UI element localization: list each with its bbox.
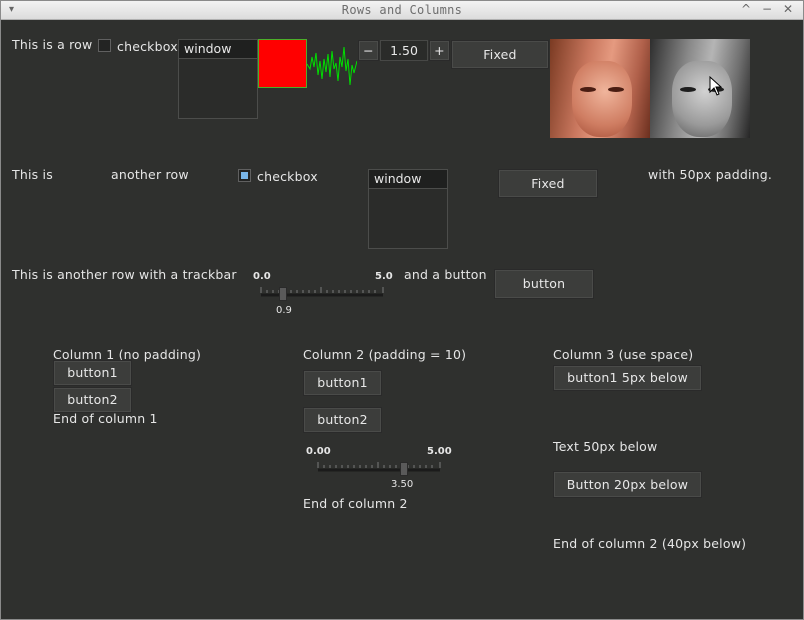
row3-button-label: and a button xyxy=(404,267,487,282)
col2-button2[interactable]: button2 xyxy=(303,407,382,433)
col2-button1[interactable]: button1 xyxy=(303,370,382,396)
col3-text-label: Text 50px below xyxy=(553,439,658,454)
face-shape-gray xyxy=(672,61,732,137)
row2-subwindow-title: window xyxy=(369,170,447,189)
col2-end-label: End of column 2 xyxy=(303,496,408,511)
mouse-cursor-icon xyxy=(709,76,723,96)
col2-title: Column 2 (padding = 10) xyxy=(303,347,467,362)
col3-button1[interactable]: button1 5px below xyxy=(553,365,702,391)
waveform-plot xyxy=(307,46,357,86)
row1-subwindow-title: window xyxy=(179,40,257,59)
decrement-button[interactable]: − xyxy=(358,40,379,61)
trackbar-handle[interactable] xyxy=(279,287,287,301)
row2-label-mid: another row xyxy=(111,167,189,182)
col2-trackbar[interactable]: 0.00 5.00 3.50 xyxy=(306,446,456,494)
eye-left xyxy=(580,87,596,92)
app-window: ▾ Rows and Columns ^ − ✕ This is a row c… xyxy=(0,0,804,620)
trackbar-track xyxy=(260,287,384,297)
row1-checkbox-label[interactable]: checkbox xyxy=(117,39,178,54)
minimize-icon[interactable]: − xyxy=(760,2,774,16)
col2-trackbar-track xyxy=(317,462,441,472)
trackbar-min-label: 0.0 xyxy=(253,271,271,282)
col2-trackbar-max-label: 5.00 xyxy=(427,446,452,457)
row3-button[interactable]: button xyxy=(494,269,594,299)
maximize-icon[interactable]: ^ xyxy=(739,2,753,16)
row2-fixed-button[interactable]: Fixed xyxy=(498,169,598,198)
window-title: Rows and Columns xyxy=(341,3,463,17)
counter-field[interactable]: 1.50 xyxy=(380,40,428,61)
row2-checkbox-label[interactable]: checkbox xyxy=(257,169,318,184)
col2-trackbar-value-label: 3.50 xyxy=(391,479,414,490)
row2-subwindow[interactable]: window xyxy=(368,169,448,249)
row2-checkbox[interactable] xyxy=(238,169,251,182)
row2-label-right: with 50px padding. xyxy=(648,167,773,182)
eye-right xyxy=(608,87,624,92)
trackbar-value-label: 0.9 xyxy=(276,305,292,316)
col1-button1[interactable]: button1 xyxy=(53,360,132,386)
eye-left-gray xyxy=(680,87,696,92)
col2-trackbar-handle[interactable] xyxy=(400,462,408,476)
trackbar-max-label: 5.0 xyxy=(375,271,393,282)
row1-checkbox[interactable] xyxy=(98,39,111,52)
col2-trackbar-min-label: 0.00 xyxy=(306,446,331,457)
row3-label: This is another row with a trackbar xyxy=(12,267,237,282)
row1-fixed-button[interactable]: Fixed xyxy=(451,40,549,69)
grayscale-photo xyxy=(650,39,750,138)
face-shape xyxy=(572,61,632,137)
color-photo xyxy=(550,39,650,138)
col3-button2[interactable]: Button 20px below xyxy=(553,471,702,498)
increment-button[interactable]: + xyxy=(429,40,450,61)
row1-label: This is a row xyxy=(12,37,93,52)
row1-subwindow[interactable]: window xyxy=(178,39,258,119)
row3-trackbar[interactable]: 0.0 5.0 0.9 xyxy=(253,271,393,319)
red-color-box xyxy=(258,39,307,88)
row2-label-left: This is xyxy=(12,167,53,182)
title-bar[interactable]: ▾ Rows and Columns ^ − ✕ xyxy=(1,1,803,20)
close-icon[interactable]: ✕ xyxy=(781,2,795,16)
checkbox-checked-indicator xyxy=(241,172,248,179)
col3-end-label: End of column 2 (40px below) xyxy=(553,536,747,551)
col1-end-label: End of column 1 xyxy=(53,411,158,426)
col1-button2[interactable]: button2 xyxy=(53,387,132,413)
col3-title: Column 3 (use space) xyxy=(553,347,694,362)
